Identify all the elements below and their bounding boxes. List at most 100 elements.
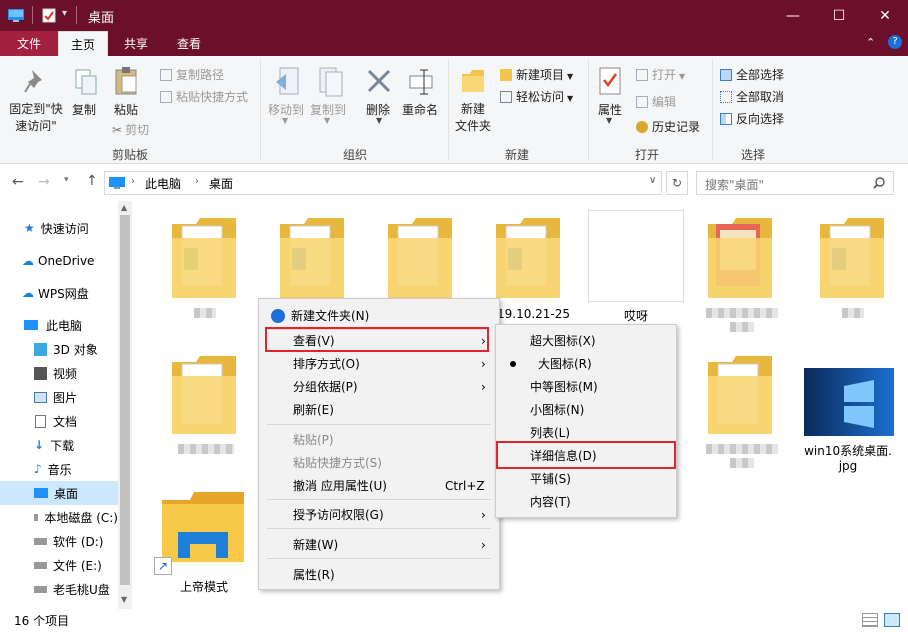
menu-item-sort[interactable]: 排序方式(O) › — [259, 352, 499, 375]
nav-item-drive-d[interactable]: 软件 (D:) — [0, 529, 118, 553]
menu-item-paste-shortcut[interactable]: 粘贴快捷方式(S) — [259, 451, 499, 474]
paste-icon — [115, 67, 137, 95]
copy-button[interactable]: 复制 — [72, 101, 96, 118]
up-arrow-icon[interactable]: ↑ — [86, 173, 98, 189]
new-folder-button[interactable]: 新建 文件夹 — [455, 100, 491, 134]
menu-item-refresh[interactable]: 刷新(E) — [259, 398, 499, 421]
menu-item-new[interactable]: 新建(W) › — [259, 533, 499, 556]
nav-item-documents[interactable]: 文档 — [0, 409, 118, 433]
nav-item-desktop[interactable]: 桌面 — [0, 481, 118, 505]
search-box[interactable]: 搜索"桌面" — [696, 171, 894, 195]
view-tiles[interactable]: 平铺(S) — [496, 467, 676, 490]
pin-quick-access-button[interactable]: 固定到"快 速访问" — [6, 100, 66, 134]
forward-arrow-icon[interactable]: → — [38, 174, 50, 190]
new-folder-icon — [462, 70, 484, 92]
menu-item-properties[interactable]: 属性(R) — [259, 563, 499, 586]
tab-home[interactable]: 主页 — [58, 31, 108, 56]
nav-item-drive-c[interactable]: 本地磁盘 (C:) — [0, 505, 118, 529]
select-all-button[interactable]: 全部选择 — [720, 66, 784, 83]
tab-share[interactable]: 共享 — [110, 31, 162, 56]
folder-icon[interactable] — [276, 214, 348, 302]
open-button[interactable]: 打开 ▼ — [636, 66, 685, 83]
new-item-button[interactable]: 新建项目 ▼ — [500, 66, 573, 83]
delete-icon — [367, 69, 391, 93]
view-content[interactable]: 内容(T) — [496, 490, 676, 513]
history-button[interactable]: 历史记录 — [636, 118, 700, 135]
view-large-icons[interactable]: 大图标(R) — [496, 352, 676, 375]
delete-dropdown-icon[interactable]: ▼ — [376, 116, 382, 125]
copy-to-dropdown-icon[interactable]: ▼ — [324, 116, 330, 125]
menu-item-give-access[interactable]: 授予访问权限(G) › — [259, 503, 499, 526]
nav-item-music[interactable]: ♪ 音乐 — [0, 457, 118, 481]
image-thumbnail[interactable] — [804, 368, 894, 436]
menu-item-undo[interactable]: 撤消 应用属性(U) Ctrl+Z — [259, 474, 499, 497]
nav-item-drive-e[interactable]: 文件 (E:) — [0, 553, 118, 577]
breadcrumb-this-pc[interactable]: 此电脑 — [145, 175, 181, 192]
minimize-button[interactable]: — — [770, 0, 816, 31]
paste-button[interactable]: 粘贴 — [114, 101, 138, 118]
refresh-icon[interactable]: ↻ — [666, 171, 688, 195]
details-view-icon[interactable] — [862, 613, 878, 627]
folder-icon[interactable] — [816, 214, 888, 302]
edit-button[interactable]: 编辑 — [636, 93, 676, 110]
view-extra-large-icons[interactable]: 超大图标(X) — [496, 329, 676, 352]
quick-access-dropdown-icon[interactable]: ▾ — [62, 8, 67, 19]
folder-icon[interactable] — [168, 214, 240, 302]
easy-access-button[interactable]: 轻松访问 ▼ — [500, 88, 573, 105]
properties-dropdown-icon[interactable]: ▼ — [606, 116, 612, 125]
paste-shortcut-button[interactable]: 粘贴快捷方式 — [160, 88, 248, 105]
breadcrumb-desktop[interactable]: 桌面 — [209, 175, 233, 192]
view-small-icons[interactable]: 小图标(N) — [496, 398, 676, 421]
folder-icon[interactable] — [704, 214, 776, 302]
nav-item-3d-objects[interactable]: 3D 对象 — [0, 337, 118, 361]
nav-item-wps[interactable]: ☁ WPS网盘 — [0, 281, 118, 305]
maximize-button[interactable]: ☐ — [816, 0, 862, 31]
tab-view[interactable]: 查看 — [164, 31, 214, 56]
nav-item-videos[interactable]: 视频 — [0, 361, 118, 385]
select-none-button[interactable]: 全部取消 — [720, 88, 784, 105]
cut-button[interactable]: ✂ 剪切 — [112, 121, 149, 138]
folder-icon[interactable] — [384, 214, 456, 302]
address-dropdown-icon[interactable]: ∨ — [649, 175, 656, 186]
folder-icon[interactable] — [168, 352, 240, 438]
submenu-arrow-icon: › — [481, 356, 486, 371]
folder-icon[interactable] — [492, 214, 564, 302]
menu-item-new-folder[interactable]: 新建文件夹(N) — [259, 304, 499, 327]
file-label[interactable]: 19.10.21-25 — [497, 307, 570, 321]
nav-scroll-thumb[interactable] — [120, 215, 130, 585]
nav-item-downloads[interactable]: ↓ 下载 — [0, 433, 118, 457]
menu-item-group-by[interactable]: 分组依据(P) › — [259, 375, 499, 398]
recent-locations-icon[interactable]: ▾ — [64, 175, 69, 185]
file-label[interactable]: 上帝模式 — [180, 578, 228, 595]
back-arrow-icon[interactable]: ← — [12, 174, 24, 190]
invert-selection-button[interactable]: 反向选择 — [720, 110, 784, 127]
file-label[interactable]: win10系统桌面. jpg — [800, 442, 896, 473]
copy-path-button[interactable]: 复制路径 — [160, 66, 224, 83]
properties-quick-icon[interactable] — [42, 8, 56, 23]
nav-item-usb[interactable]: 老毛桃U盘 — [0, 577, 118, 601]
nav-scrollbar[interactable]: ▲ ▼ — [118, 201, 132, 609]
scroll-up-icon[interactable]: ▲ — [121, 203, 127, 212]
new-folder-shield-icon — [271, 308, 285, 323]
help-icon[interactable]: ? — [888, 35, 902, 49]
nav-item-pictures[interactable]: 图片 — [0, 385, 118, 409]
search-input[interactable]: 搜索"桌面" — [705, 176, 764, 193]
move-to-dropdown-icon[interactable]: ▼ — [282, 116, 288, 125]
close-button[interactable]: ✕ — [862, 0, 908, 31]
menu-item-paste[interactable]: 粘贴(P) — [259, 428, 499, 451]
nav-item-onedrive[interactable]: ☁ OneDrive — [0, 249, 118, 273]
nav-item-this-pc[interactable]: 此电脑 — [0, 313, 118, 337]
file-label[interactable]: 哎呀 — [624, 307, 648, 324]
scroll-down-icon[interactable]: ▼ — [121, 595, 127, 604]
tab-file[interactable]: 文件 — [0, 31, 58, 56]
blank-file-thumbnail[interactable] — [588, 210, 684, 302]
folder-icon[interactable] — [160, 490, 246, 564]
rename-button[interactable]: 重命名 — [402, 101, 438, 118]
view-medium-icons[interactable]: 中等图标(M) — [496, 375, 676, 398]
address-bar[interactable]: › 此电脑 › 桌面 ∨ — [104, 171, 662, 195]
invert-selection-icon — [720, 113, 732, 125]
folder-icon[interactable] — [704, 352, 776, 438]
nav-item-quick-access[interactable]: ★ 快速访问 — [0, 216, 118, 240]
large-icons-view-icon[interactable] — [884, 613, 900, 627]
collapse-ribbon-icon[interactable]: ⌃ — [866, 36, 875, 49]
